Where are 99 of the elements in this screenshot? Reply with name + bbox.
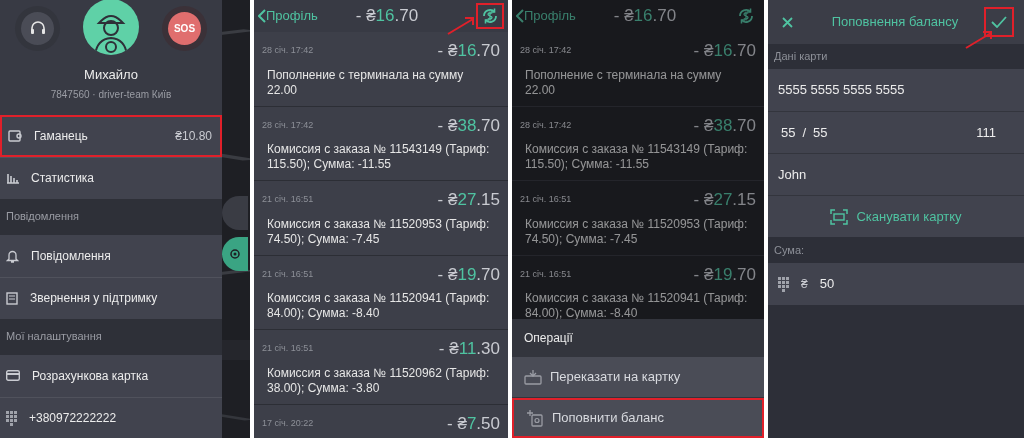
transaction-description: Комиссия с заказа № 11520953 (Тариф: 74.50); Сумма: -7.45	[524, 216, 749, 247]
confirm-button[interactable]	[984, 7, 1014, 37]
transaction-row[interactable]: 21 січ. 16:51 - ₴19.70 Комиссия с заказа № 11520941 (Тариф: 84.00); Сумма: -8.40	[254, 255, 508, 330]
transaction-date: 21 січ. 16:51	[262, 267, 314, 281]
cardholder-field[interactable]: John	[768, 153, 1024, 195]
add-card-icon	[526, 409, 544, 427]
menu-item[interactable]: Статистика	[0, 156, 222, 199]
transaction-row[interactable]: 21 січ. 16:51 - ₴11.30 Комиссия с заказа № 11520962 (Тариф: 38.00); Сумма: -3.80	[254, 330, 508, 405]
menu-item[interactable]: Гаманець ₴10.80	[0, 114, 222, 157]
support-button[interactable]	[21, 12, 54, 45]
chevron-left-icon	[516, 9, 524, 23]
transaction-description: Комиссия с заказа № 11520962 (Тариф: 38.00); Сумма: -3.80	[266, 365, 491, 396]
amount: - ₴27.15	[437, 189, 500, 211]
amount: - ₴38.70	[437, 114, 500, 137]
transaction-row[interactable]: 28 січ. 17:42 - ₴16.70 Пополнение с терминала на сумму 22.00	[512, 32, 764, 107]
chevron-left-icon	[258, 9, 266, 23]
transaction-row[interactable]: 28 січ. 17:42 - ₴38.70 Комиссия с заказа № 11543149 (Тариф: 115.50); Сумма: -11.55	[254, 106, 508, 181]
document-icon	[6, 291, 18, 305]
menu-label: Звернення у підтримку	[30, 290, 159, 307]
expiry-year: 55	[813, 123, 828, 142]
amount: - ₴16.70	[693, 40, 756, 62]
amount: - ₴19.70	[437, 263, 500, 286]
currency-exchange-icon	[737, 7, 755, 25]
transaction-row[interactable]: 21 січ. 16:51 - ₴27.15 Комиссия с заказа № 11520953 (Тариф: 74.50); Сумма: -7.45	[254, 181, 508, 256]
currency-symbol: ₴	[801, 276, 808, 293]
exchange-button[interactable]	[476, 3, 504, 29]
menu-item[interactable]: Повідомлення	[0, 234, 222, 277]
transaction-description: Пополнение с терминала на сумму 22.00	[524, 67, 723, 98]
section-header: Сума:	[773, 242, 806, 258]
expiry-month: 55	[781, 123, 796, 142]
profile-subtitle: 7847560 · driver-team Київ	[50, 87, 172, 102]
sheet-action[interactable]: Поповнити баланс	[512, 398, 764, 438]
amount: - ₴7.50	[447, 412, 500, 435]
profile-name: Михайло	[84, 66, 138, 84]
keypad-icon	[6, 410, 17, 426]
menu-label: Розрахункова картка	[32, 367, 150, 385]
transaction-date: 28 січ. 17:42	[262, 44, 314, 57]
transaction-description: Комиссия с заказа № 11543149 (Тариф: 115.50); Сумма: -11.55	[524, 142, 749, 172]
section-header: Мої налаштування	[5, 329, 103, 345]
expiry-separator: /	[802, 123, 807, 142]
amount: - ₴19.70	[693, 263, 756, 286]
menu-value: ₴10.80	[175, 127, 213, 145]
transaction-date: 21 січ. 16:51	[262, 193, 314, 206]
back-link[interactable]: Профіль	[258, 6, 318, 26]
close-icon	[781, 16, 793, 28]
headset-icon	[29, 21, 46, 36]
section-header: Повідомлення	[5, 209, 81, 225]
transaction-date: 28 січ. 17:42	[262, 118, 314, 132]
transaction-description: Комиссия с заказа № 11520953 (Тариф: 74.50); Сумма: -7.45	[266, 216, 491, 247]
amount: - ₴16.70	[613, 6, 677, 26]
avatar[interactable]	[83, 0, 139, 55]
back-link[interactable]: Профіль	[516, 6, 576, 26]
menu-item[interactable]: Розрахункова картка	[0, 354, 222, 397]
transaction-date: 21 січ. 16:51	[520, 267, 572, 281]
scan-card-button[interactable]: Сканувати картку	[768, 195, 1024, 237]
transaction-date: 21 січ. 16:51	[520, 193, 572, 206]
cvv-value: 111	[976, 123, 997, 142]
transaction-description: Комиссия с заказа № 11520941 (Тариф: 84.00); Сумма: -8.40	[524, 291, 749, 321]
card-number-field[interactable]: 5555 5555 5555 5555	[768, 69, 1024, 111]
target-icon	[229, 248, 241, 260]
section-header: Дані карти	[773, 49, 829, 65]
amount: - ₴27.15	[693, 189, 756, 211]
dialog-title: Поповнення балансу	[830, 13, 960, 32]
menu-label: +380972222222	[29, 410, 118, 427]
transaction-row[interactable]: 17 січ. 20:22 - ₴7.50	[254, 404, 508, 438]
amount: - ₴16.70	[437, 40, 500, 62]
transaction-row[interactable]: 21 січ. 16:51 - ₴27.15 Комиссия с заказа № 11520953 (Тариф: 74.50); Сумма: -7.45	[512, 181, 764, 256]
bell-icon	[6, 248, 19, 263]
sheet-action[interactable]: Переказати на картку	[512, 357, 764, 397]
card-icon	[6, 370, 20, 381]
card-transfer-icon	[524, 369, 542, 385]
transaction-date: 28 січ. 17:42	[520, 44, 572, 57]
transaction-date: 21 січ. 16:51	[262, 342, 314, 355]
scan-frame-icon	[830, 208, 849, 225]
amount: - ₴38.70	[693, 114, 756, 137]
amount-value: 50	[819, 275, 835, 294]
menu-item[interactable]: Звернення у підтримку	[0, 276, 222, 319]
currency-exchange-icon	[481, 7, 499, 25]
annotation-arrow	[446, 16, 476, 36]
amount: - ₴16.70	[355, 6, 419, 26]
transaction-row[interactable]: 28 січ. 17:42 - ₴16.70 Пополнение с терминала на сумму 22.00	[254, 32, 508, 107]
transaction-date: 17 січ. 20:22	[262, 416, 314, 430]
transaction-description: Комиссия с заказа № 11543149 (Тариф: 115.50); Сумма: -11.55	[266, 142, 491, 172]
amount-field[interactable]: ₴ 50	[768, 263, 1024, 305]
expiry-cvv-field[interactable]: 55 / 55 111	[768, 111, 1024, 153]
transaction-row[interactable]: 28 січ. 17:42 - ₴38.70 Комиссия с заказа № 11543149 (Тариф: 115.50); Сумма: -11.55	[512, 106, 764, 181]
amount: - ₴11.30	[438, 338, 500, 360]
transaction-description: Пополнение с терминала на сумму 22.00	[266, 67, 465, 98]
menu-label: Повідомлення	[31, 247, 112, 265]
bar-chart-icon	[6, 172, 19, 184]
menu-item[interactable]: +380972222222	[0, 396, 222, 438]
wallet-icon	[8, 129, 22, 142]
annotation-arrow	[964, 30, 994, 50]
transaction-date: 28 січ. 17:42	[520, 118, 572, 132]
check-icon	[991, 16, 1007, 28]
keypad-icon	[778, 276, 789, 292]
menu-label: Гаманець	[34, 127, 89, 145]
menu-label: Статистика	[31, 170, 96, 187]
transaction-description: Комиссия с заказа № 11520941 (Тариф: 84.00); Сумма: -8.40	[266, 291, 491, 321]
